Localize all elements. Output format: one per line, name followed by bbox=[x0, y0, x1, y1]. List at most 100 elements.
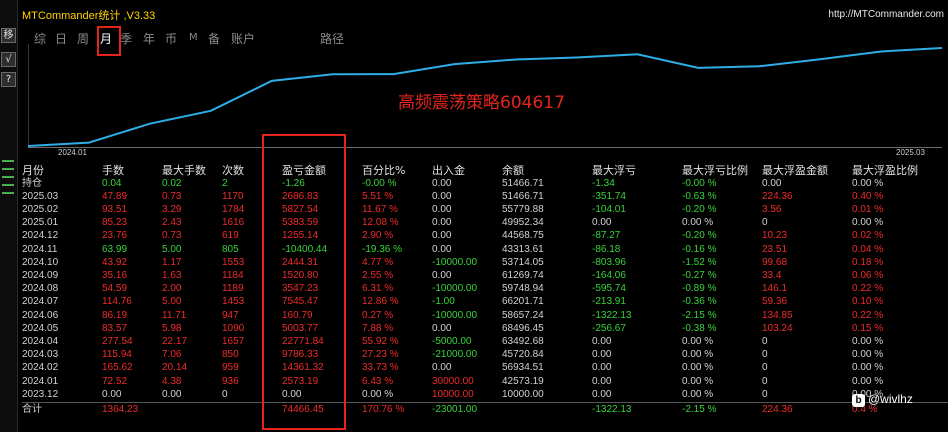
cell-max-profit-pct: 0.15 % bbox=[852, 322, 884, 334]
cell-max-lots: 2.00 bbox=[162, 283, 182, 295]
cell-max-lots: 1.17 bbox=[162, 256, 182, 268]
cell-lots: 35.16 bbox=[102, 269, 128, 281]
cell-deposit-withdraw: 0.00 bbox=[432, 190, 452, 202]
total-deposit-withdraw: -23001.00 bbox=[432, 403, 478, 415]
cell-max-profit-pct: 0.00 % bbox=[852, 177, 884, 189]
table-row: 2024.02 165.62 20.14 959 14361.32 33.73 % 0.00… bbox=[22, 361, 948, 374]
cell-max-profit-pct: 0.40 % bbox=[852, 190, 884, 202]
cell-trade-count: 936 bbox=[222, 375, 239, 387]
cell-max-drawdown: 0.00 bbox=[592, 335, 612, 347]
cell-max-profit-pct: 0.22 % bbox=[852, 309, 884, 321]
cell-max-drawdown: 0.00 bbox=[592, 362, 612, 374]
watermark: b @wivlhz bbox=[852, 392, 913, 407]
cell-lots: 93.51 bbox=[102, 203, 128, 215]
cell-deposit-withdraw: -5000.00 bbox=[432, 335, 472, 347]
cell-month: 2024.09 bbox=[22, 269, 59, 281]
cell-max-profit: 23.51 bbox=[762, 243, 788, 255]
cell-percent: -19.36 % bbox=[362, 243, 403, 255]
cell-deposit-withdraw: -10000.00 bbox=[432, 283, 478, 295]
cell-month: 2024.02 bbox=[22, 362, 59, 374]
cell-max-drawdown: 0.00 bbox=[592, 349, 612, 361]
cell-lots: 165.62 bbox=[102, 362, 133, 374]
cell-deposit-withdraw: -10000.00 bbox=[432, 309, 478, 321]
cell-max-lots: 1.63 bbox=[162, 269, 182, 281]
table-row: 持仓 0.04 0.02 2 -1.26 -0.00 % 0.00 51466.71 -1.34… bbox=[22, 177, 948, 190]
cell-percent: 55.92 % bbox=[362, 335, 399, 347]
tick-mark bbox=[2, 184, 14, 186]
cell-max-lots: 0.73 bbox=[162, 230, 182, 242]
check-button[interactable]: √ bbox=[1, 52, 16, 67]
cell-max-profit-pct: 0.10 % bbox=[852, 296, 884, 308]
cell-percent: 6.31 % bbox=[362, 283, 394, 295]
cell-month: 2024.03 bbox=[22, 349, 59, 361]
cell-max-lots: 5.00 bbox=[162, 296, 182, 308]
cell-max-drawdown: 0.00 bbox=[592, 217, 612, 229]
cell-max-drawdown-pct: -1.52 % bbox=[682, 256, 717, 268]
cell-max-lots: 0.00 bbox=[162, 388, 182, 400]
total-month: 合计 bbox=[22, 403, 42, 415]
tick-mark bbox=[2, 176, 14, 178]
cell-balance: 58657.24 bbox=[502, 309, 544, 321]
help-button[interactable]: ? bbox=[1, 72, 16, 87]
cell-max-profit-pct: 0.22 % bbox=[852, 283, 884, 295]
cell-balance: 66201.71 bbox=[502, 296, 544, 308]
cell-max-profit-pct: 0.02 % bbox=[852, 230, 884, 242]
cell-month: 2025.02 bbox=[22, 203, 59, 215]
cell-balance: 42573.19 bbox=[502, 375, 544, 387]
cell-deposit-withdraw: 0.00 bbox=[432, 322, 452, 334]
cell-max-drawdown: 0.00 bbox=[592, 375, 612, 387]
chart-annotation: 高频震荡策略604617 bbox=[398, 93, 565, 113]
cell-max-drawdown: -351.74 bbox=[592, 190, 626, 202]
table-row: 2024.05 83.57 5.98 1090 5003.77 7.88 % 0.00 684… bbox=[22, 322, 948, 335]
cell-max-profit-pct: 0.18 % bbox=[852, 256, 884, 268]
total-max-profit: 224.36 bbox=[762, 403, 793, 415]
cell-lots: 0.00 bbox=[102, 388, 122, 400]
cell-percent: 2.90 % bbox=[362, 230, 394, 242]
cell-deposit-withdraw: 0.00 bbox=[432, 177, 452, 189]
cell-trade-count: 1090 bbox=[222, 322, 245, 334]
cell-month: 2024.06 bbox=[22, 309, 59, 321]
cell-balance: 55779.88 bbox=[502, 203, 544, 215]
cell-month: 2025.01 bbox=[22, 217, 59, 229]
tab-magic[interactable]: M bbox=[189, 32, 198, 43]
cell-trade-count: 619 bbox=[222, 230, 239, 242]
cell-max-profit: 0.00 bbox=[762, 177, 782, 189]
tick-mark bbox=[2, 192, 14, 194]
cell-max-profit: 0 bbox=[762, 217, 768, 229]
cell-max-drawdown: -86.18 bbox=[592, 243, 621, 255]
cell-balance: 51466.71 bbox=[502, 190, 544, 202]
cell-max-profit: 0 bbox=[762, 335, 768, 347]
cell-percent: 12.08 % bbox=[362, 217, 399, 229]
website-link[interactable]: http://MTCommander.com bbox=[828, 9, 944, 20]
cell-max-profit-pct: 0.01 % bbox=[852, 203, 884, 215]
move-button[interactable]: 移 bbox=[1, 28, 16, 43]
cell-percent: 27.23 % bbox=[362, 349, 399, 361]
table-row: 2024.11 63.99 5.00 805 -10400.44 -19.36 % 0.00… bbox=[22, 243, 948, 256]
table-row: 2024.07 114.76 5.00 1453 7545.47 12.86 % -1.00… bbox=[22, 295, 948, 308]
cell-max-drawdown: -1.34 bbox=[592, 177, 615, 189]
table-row: 2024.08 54.59 2.00 1189 3547.23 6.31 % -10000.… bbox=[22, 282, 948, 295]
cell-max-drawdown-pct: -0.38 % bbox=[682, 322, 717, 334]
cell-deposit-withdraw: -21000.00 bbox=[432, 349, 478, 361]
total-max-drawdown-pct: -2.15 % bbox=[682, 403, 717, 415]
cell-month: 2023.12 bbox=[22, 388, 59, 400]
chart-start-date: 2024.01 bbox=[58, 148, 87, 157]
table-row: 2023.12 0.00 0.00 0 0.00 0.00 % 10000.00 10000.… bbox=[22, 388, 948, 401]
cell-max-profit-pct: 0.04 % bbox=[852, 243, 884, 255]
cell-max-profit-pct: 0.00 % bbox=[852, 375, 884, 387]
cell-lots: 114.76 bbox=[102, 296, 132, 308]
cell-month: 2024.05 bbox=[22, 322, 59, 334]
table-row: 2024.01 72.52 4.38 936 2573.19 6.43 % 30000.00… bbox=[22, 375, 948, 388]
chart-end-date: 2025.03 bbox=[896, 148, 925, 157]
cell-month: 持仓 bbox=[22, 177, 42, 189]
cell-balance: 49952.34 bbox=[502, 217, 544, 229]
cell-month: 2024.01 bbox=[22, 375, 59, 387]
cell-max-drawdown: -803.96 bbox=[592, 256, 626, 268]
cell-trade-count: 0 bbox=[222, 388, 228, 400]
cell-max-profit-pct: 0.06 % bbox=[852, 269, 884, 281]
cell-max-drawdown-pct: -0.27 % bbox=[682, 269, 717, 281]
tick-mark bbox=[2, 168, 14, 170]
cell-lots: 63.99 bbox=[102, 243, 128, 255]
window-title: MTCommander统计 ,V3.33 bbox=[22, 10, 156, 22]
cell-lots: 277.54 bbox=[102, 335, 133, 347]
